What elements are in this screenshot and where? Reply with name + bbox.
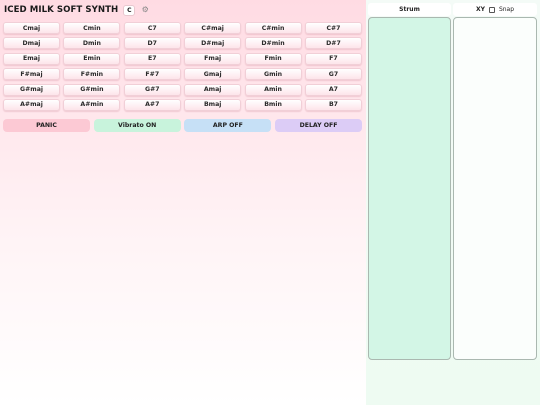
chord-button-fmaj[interactable]: Fmaj: [184, 52, 242, 65]
chord-button-g7[interactable]: G7: [304, 68, 362, 81]
snap-label: Snap: [498, 6, 515, 13]
xy-pad[interactable]: [453, 17, 537, 360]
chord-button-fsharpmin[interactable]: F#min: [63, 68, 121, 81]
strum-label: Strum: [399, 6, 420, 13]
delay-toggle[interactable]: DELAY OFF: [275, 119, 363, 132]
arp-toggle[interactable]: ARP OFF: [184, 119, 272, 132]
chord-button-csharp7[interactable]: C#7: [304, 22, 362, 34]
chord-button-fsharpmaj[interactable]: F#maj: [3, 68, 60, 81]
chord-button-emin[interactable]: Emin: [63, 52, 121, 65]
panic-button[interactable]: PANIC: [3, 119, 90, 132]
control-bar: PANIC Vibrato ON ARP OFF DELAY OFF: [3, 119, 363, 132]
chord-button-emaj[interactable]: Emaj: [3, 52, 60, 65]
chord-button-d7[interactable]: D7: [123, 37, 181, 50]
snap-checkbox[interactable]: [488, 6, 495, 13]
chord-button-asharp7[interactable]: A#7: [123, 98, 181, 111]
chord-button-dsharp7[interactable]: D#7: [304, 37, 362, 50]
gear-icon[interactable]: ⚙: [140, 5, 150, 15]
key-select[interactable]: C: [123, 4, 136, 16]
chord-button-cmin[interactable]: Cmin: [63, 22, 121, 34]
chord-button-c7[interactable]: C7: [123, 22, 181, 34]
chord-button-f7[interactable]: F7: [304, 52, 362, 65]
xy-label: XY: [475, 6, 485, 13]
vibrato-toggle[interactable]: Vibrato ON: [93, 119, 181, 132]
chord-button-csharpmaj[interactable]: C#maj: [184, 22, 242, 34]
chord-button-dsharpmin[interactable]: D#min: [244, 37, 302, 50]
chord-button-bmaj[interactable]: Bmaj: [184, 98, 242, 111]
chord-button-fsharp7[interactable]: F#7: [123, 68, 181, 81]
synth-main-panel: ICED MILK SOFT SYNTH C ⚙ Cmaj Cmin C7 C#…: [0, 0, 366, 405]
chord-button-e7[interactable]: E7: [123, 52, 181, 65]
strum-header: Strum: [368, 3, 451, 16]
chord-button-a7[interactable]: A7: [304, 83, 362, 96]
chord-button-gsharpmin[interactable]: G#min: [63, 83, 121, 96]
chord-button-fmin[interactable]: Fmin: [244, 52, 302, 65]
chord-button-amin[interactable]: Amin: [244, 83, 302, 96]
app-title: ICED MILK SOFT SYNTH: [4, 5, 119, 15]
chord-button-dsharpmaj[interactable]: D#maj: [184, 37, 242, 50]
chord-grid: Cmaj Cmin C7 C#maj C#min C#7 Dmaj Dmin D…: [3, 22, 362, 111]
xy-header: XY Snap: [453, 3, 537, 16]
chord-button-cmaj[interactable]: Cmaj: [3, 22, 60, 34]
strum-pad[interactable]: [368, 17, 451, 360]
chord-button-bmin[interactable]: Bmin: [244, 98, 302, 111]
chord-button-csharpmin[interactable]: C#min: [244, 22, 302, 34]
chord-button-gsharp7[interactable]: G#7: [123, 83, 181, 96]
chord-button-dmin[interactable]: Dmin: [63, 37, 121, 50]
header: ICED MILK SOFT SYNTH C ⚙: [4, 3, 150, 17]
chord-button-amaj[interactable]: Amaj: [184, 83, 242, 96]
performance-panel: Strum XY Snap: [366, 0, 540, 405]
chord-button-asharpmaj[interactable]: A#maj: [3, 98, 60, 111]
chord-button-dmaj[interactable]: Dmaj: [3, 37, 60, 50]
chord-button-gmin[interactable]: Gmin: [244, 68, 302, 81]
chord-button-gsharpmaj[interactable]: G#maj: [3, 83, 60, 96]
chord-button-b7[interactable]: B7: [304, 98, 362, 111]
chord-button-asharpmin[interactable]: A#min: [63, 98, 121, 111]
chord-button-gmaj[interactable]: Gmaj: [184, 68, 242, 81]
